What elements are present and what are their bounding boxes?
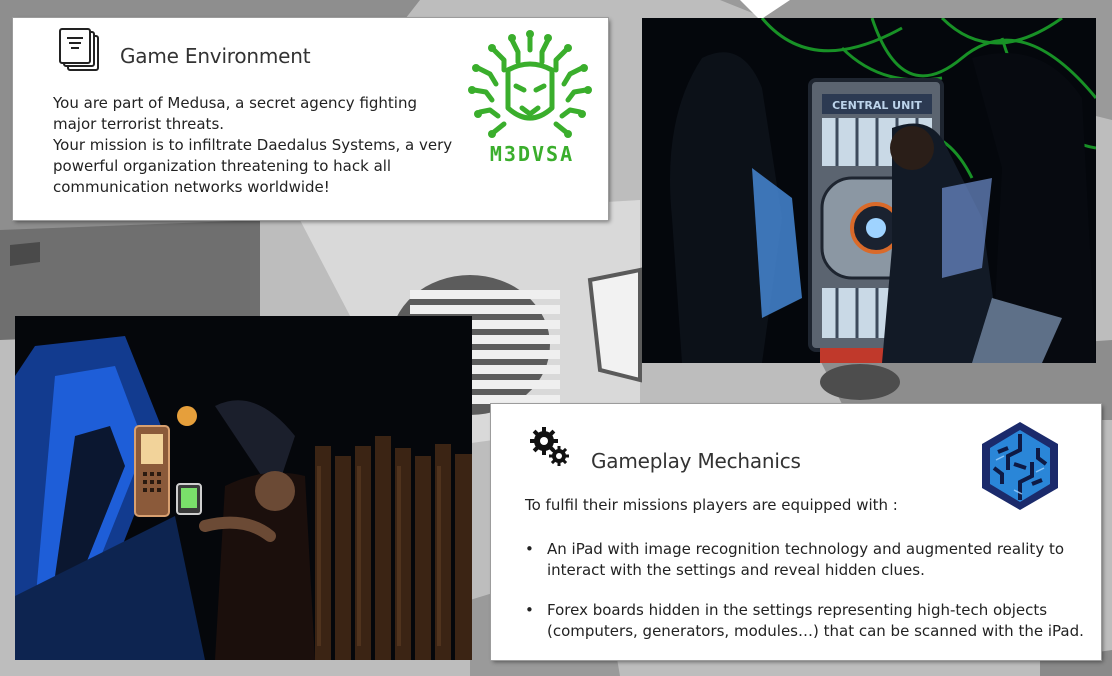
ipad-scanning-photo	[15, 316, 472, 660]
game-environment-title: Game Environment	[120, 44, 311, 68]
game-environment-card: Game Environment You are part of Medusa,…	[13, 18, 608, 220]
medusa-logo: M3DVSA	[468, 28, 593, 166]
list-item-text: An iPad with image recognition technolog…	[547, 540, 1065, 579]
document-icon	[59, 28, 103, 72]
gameplay-mechanics-card: Gameplay Mechanics To fulfil their missi…	[491, 404, 1101, 660]
gameplay-mechanics-title: Gameplay Mechanics	[591, 449, 801, 473]
environment-paragraph: You are part of Medusa, a secret agency …	[53, 94, 418, 133]
central-unit-photo: CENTRAL UNIT	[642, 18, 1096, 363]
list-item: An iPad with image recognition technolog…	[525, 539, 1085, 581]
list-item: Forex boards hidden in the settings repr…	[525, 600, 1085, 642]
list-item-text: Forex boards hidden in the settings repr…	[547, 601, 1084, 640]
environment-paragraph: Your mission is to infiltrate Daedalus S…	[53, 136, 453, 196]
daedalus-logo	[974, 420, 1066, 512]
central-unit-sign: CENTRAL UNIT	[832, 99, 922, 112]
mechanics-intro: To fulfil their missions players are equ…	[525, 496, 898, 514]
gears-icon	[528, 425, 572, 469]
equipment-list: An iPad with image recognition technolog…	[525, 539, 1085, 642]
medusa-logo-text: M3DVSA	[489, 142, 575, 166]
